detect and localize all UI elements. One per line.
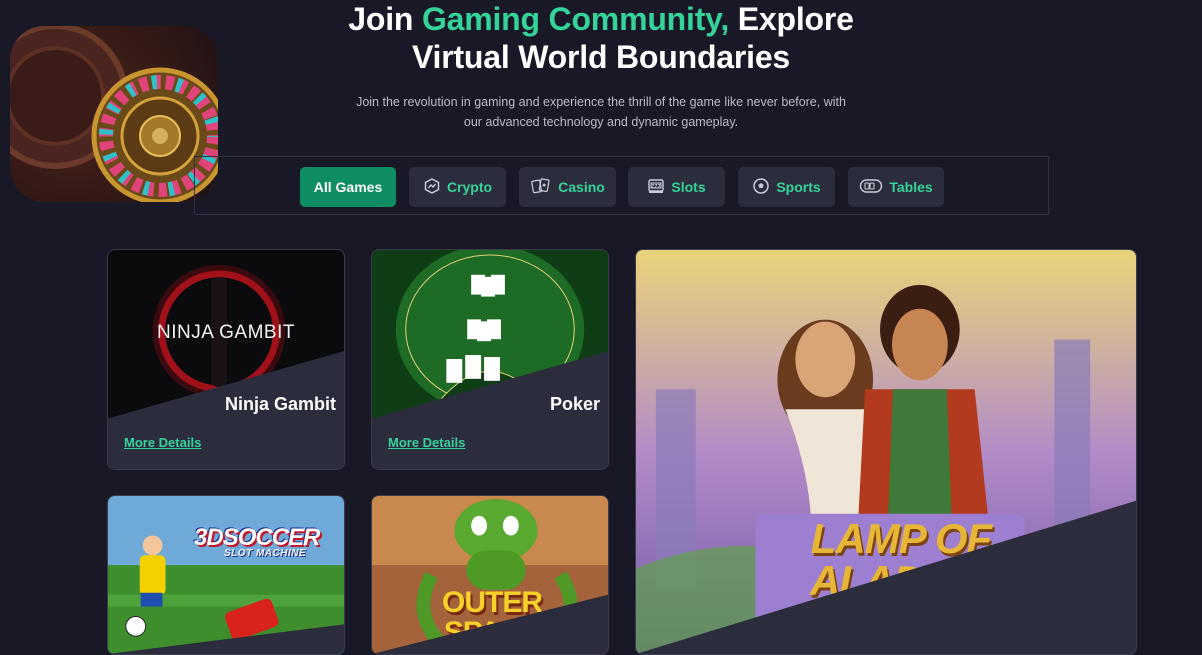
- more-details-link[interactable]: More Details: [388, 435, 465, 450]
- tab-label: All Games: [313, 179, 383, 195]
- game-card-ninja-gambit[interactable]: NINJA GAMBIT Ninja Gambit More Details: [107, 249, 345, 470]
- outer-space-logo: OUTER SPACE: [442, 586, 543, 649]
- tab-label: Sports: [776, 179, 821, 195]
- svg-text:777: 777: [652, 183, 661, 189]
- crypto-icon: [423, 177, 441, 198]
- tab-label: Tables: [889, 179, 933, 195]
- slot-machine-icon: 777: [647, 177, 665, 198]
- hero-title-line2: Virtual World Boundaries: [411, 39, 791, 75]
- tab-crypto[interactable]: Crypto: [409, 167, 506, 207]
- tab-sports[interactable]: Sports: [738, 167, 835, 207]
- tab-label: Casino: [558, 179, 605, 195]
- cards-icon: [530, 177, 552, 198]
- game-title: Ninja Gambit: [224, 394, 336, 414]
- tab-slots[interactable]: 777 Slots: [628, 167, 725, 207]
- tab-all-games[interactable]: All Games: [300, 167, 396, 207]
- game-card-outer-space[interactable]: OUTER SPACE: [371, 495, 609, 655]
- more-details-link[interactable]: More Details: [124, 435, 201, 450]
- tab-label: Crypto: [446, 179, 493, 195]
- hero-title: Join Gaming Community, Explore Virtual W…: [0, 0, 1202, 76]
- ninja-gambit-art-text: NINJA GAMBIT: [157, 322, 295, 343]
- 3d-soccer-artwork: [108, 496, 344, 654]
- game-card-poker[interactable]: Poker More Details: [371, 249, 609, 470]
- tab-casino[interactable]: Casino: [519, 167, 616, 207]
- game-card-lamp-of-aladdin[interactable]: LAMP OF ALADDIN: [635, 249, 1137, 655]
- hero-subtitle: Join the revolution in gaming and experi…: [356, 95, 846, 129]
- tab-tables[interactable]: Tables: [848, 167, 944, 207]
- 3d-soccer-logo: 3DSOCCER SLOT MACHINE: [194, 524, 320, 559]
- game-title: Poker: [549, 394, 600, 414]
- soccer-ball-icon: [752, 177, 770, 198]
- lamp-of-aladdin-logo: LAMP OF ALADDIN: [810, 515, 993, 604]
- tab-label: Slots: [671, 179, 706, 195]
- table-icon: [859, 177, 883, 198]
- game-card-3d-soccer[interactable]: 3DSOCCER SLOT MACHINE: [107, 495, 345, 655]
- hero-title-accent: Gaming Community,: [421, 1, 730, 37]
